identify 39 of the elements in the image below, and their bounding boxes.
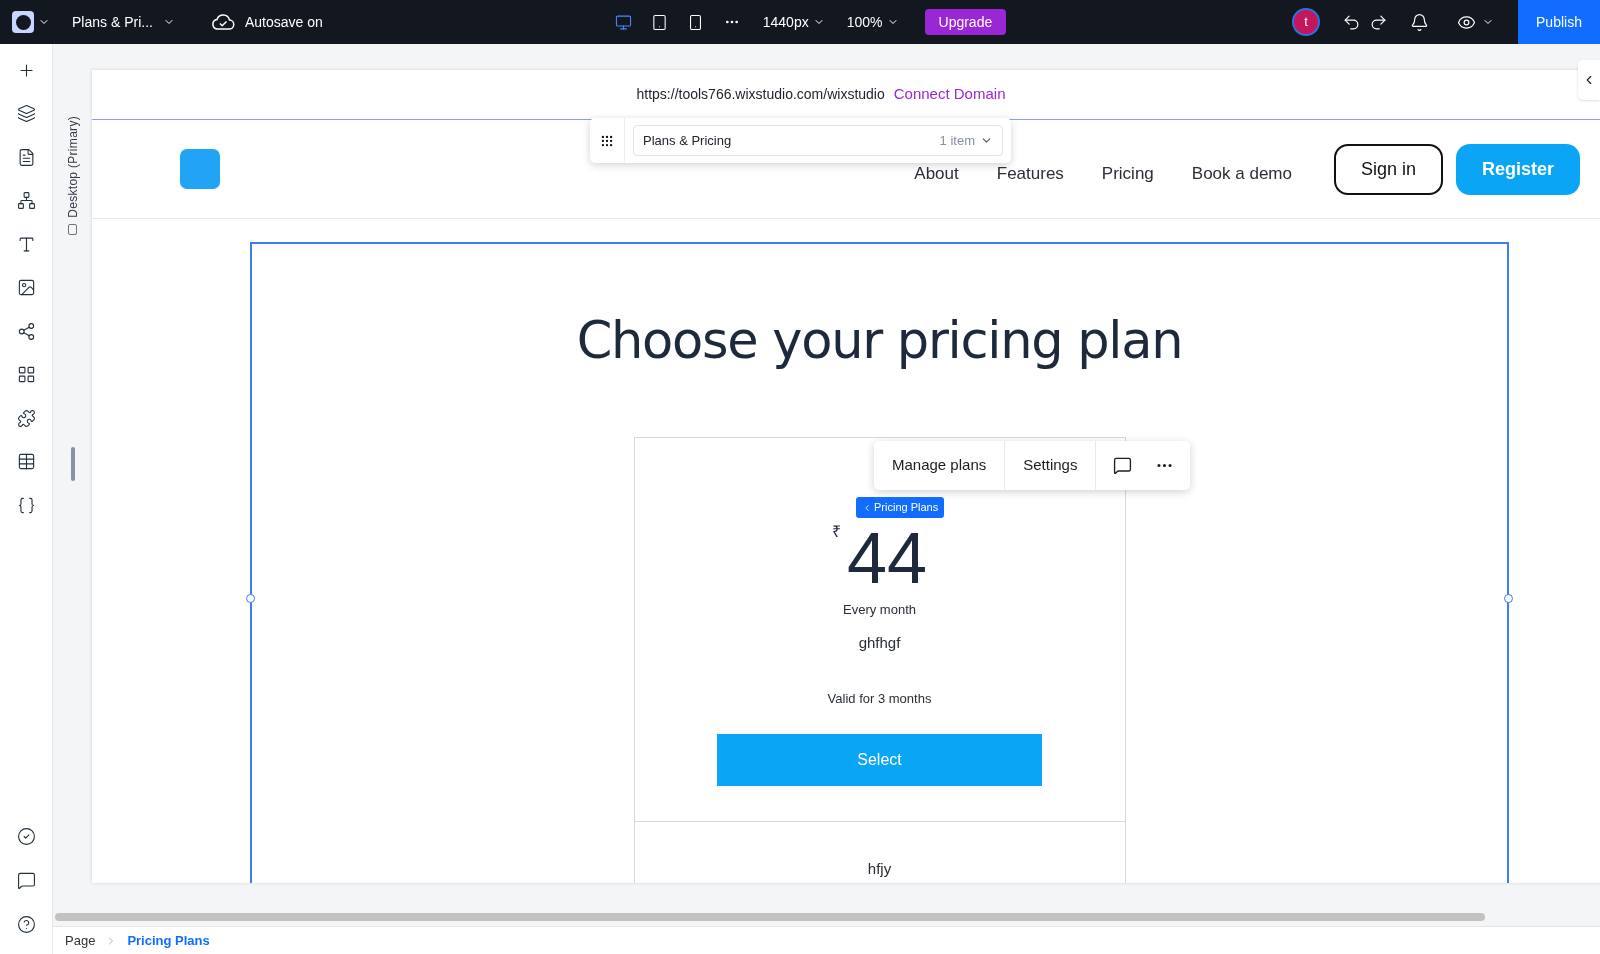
sign-in-button[interactable]: Sign in bbox=[1334, 143, 1443, 195]
desktop-icon[interactable] bbox=[615, 13, 633, 31]
plan-benefit: hfjy bbox=[867, 858, 892, 879]
nav-link[interactable]: About bbox=[914, 165, 959, 183]
breadcrumb-item[interactable]: Page bbox=[65, 930, 96, 951]
site-url: https://tools766.wixstudio.com/wixstudio bbox=[636, 85, 885, 104]
section-heading: Choose your pricing plan bbox=[576, 311, 1183, 371]
device-icon bbox=[68, 223, 77, 235]
site-menu[interactable]: Plans & Pri... bbox=[72, 11, 175, 33]
resize-handle[interactable] bbox=[1504, 594, 1513, 603]
publish-button[interactable]: Publish bbox=[1518, 0, 1600, 44]
page-dropdown[interactable]: Plans & Pricing 1 item bbox=[633, 125, 1003, 156]
breakpoint-label: Desktop (Primary) bbox=[64, 116, 81, 218]
nav-link[interactable]: Features bbox=[996, 165, 1064, 183]
component-tag[interactable]: Pricing Plans bbox=[856, 497, 945, 518]
width-dropdown[interactable]: 1440px bbox=[762, 11, 825, 33]
plan-price: 44 bbox=[846, 526, 928, 590]
horizontal-scrollbar[interactable] bbox=[55, 913, 1485, 921]
toolbar-action[interactable]: Settings bbox=[1005, 441, 1097, 490]
chevron-icon bbox=[862, 502, 872, 513]
plan-description: ghfhgf bbox=[858, 632, 901, 653]
zoom-dropdown[interactable]: 100% bbox=[846, 11, 899, 33]
nav-link[interactable]: Pricing bbox=[1101, 165, 1154, 183]
user-avatar[interactable]: t bbox=[1292, 8, 1320, 36]
notifications-icon[interactable] bbox=[1410, 12, 1429, 32]
breadcrumb-item[interactable]: Pricing Plans bbox=[127, 930, 210, 951]
connect-domain-link[interactable]: Connect Domain bbox=[893, 83, 1006, 106]
nav-link[interactable]: Book a demo bbox=[1191, 165, 1292, 183]
upgrade-button[interactable]: Upgrade bbox=[924, 9, 1007, 35]
toolbar-action[interactable]: Manage plans bbox=[874, 441, 1006, 490]
plan-validity: Valid for 3 months bbox=[827, 690, 932, 708]
resize-handle[interactable] bbox=[70, 446, 75, 481]
currency-symbol: ₹ bbox=[831, 522, 841, 542]
tablet-icon[interactable] bbox=[651, 13, 669, 31]
cloud-check-icon bbox=[210, 13, 235, 31]
autosave-status: Autosave on bbox=[244, 12, 323, 32]
resize-handle[interactable] bbox=[246, 594, 255, 603]
logo-menu-button[interactable] bbox=[12, 11, 50, 33]
billing-period: Every month bbox=[843, 601, 916, 619]
